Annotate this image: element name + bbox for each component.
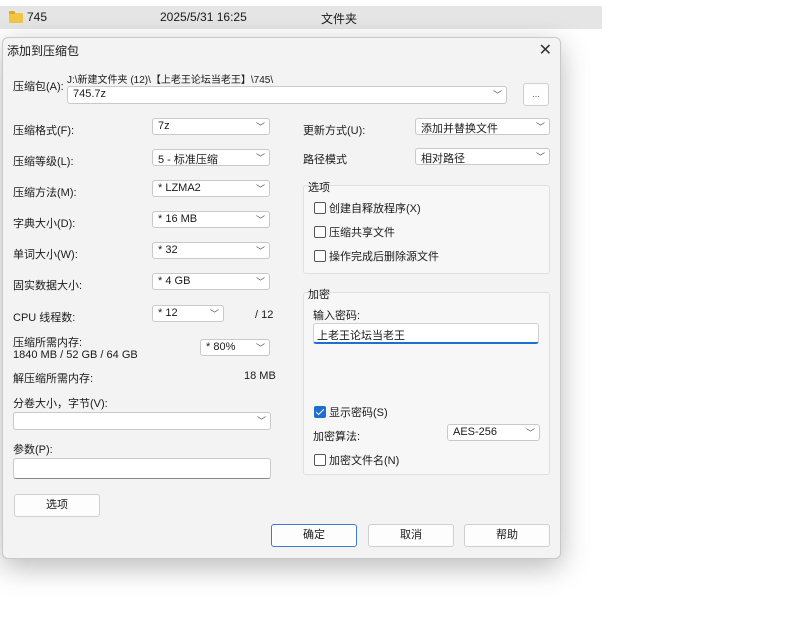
chevron-down-icon: ﹀ [492,90,502,100]
decomp-label: 解压缩所需内存: [13,373,94,385]
encryption-method-value: AES-256 [453,426,498,438]
update-label: 更新方式(U): [303,125,366,137]
chevron-down-icon: ﹀ [535,122,545,132]
chevron-down-icon: ﹀ [255,246,265,256]
show-password-label: 显示密码(S) [329,407,388,419]
encryption-group-title: 加密 [308,289,330,301]
archive-path: J:\新建文件夹 (12)\【上老王论坛当老王】\745\ [67,75,274,86]
delete-after-checkbox[interactable]: 操作完成后删除源文件 [314,248,439,264]
checkbox-icon [314,202,326,214]
options-button[interactable]: 选项 [14,494,100,517]
method-value: * LZMA2 [158,182,201,194]
word-label: 单词大小(W): [13,249,78,261]
folder-icon [9,11,23,23]
archive-name-combo[interactable]: 745.7z ﹀ [67,86,507,104]
mem-combo[interactable]: * 80% ﹀ [200,339,270,356]
volume-label: 分卷大小，字节(V): [13,398,108,410]
volume-combo[interactable]: ﹀ [13,412,271,430]
dict-label: 字典大小(D): [13,218,76,230]
file-list-row[interactable]: 745 2025/5/31 16:25 文件夹 [0,6,602,29]
chevron-down-icon: ﹀ [255,215,265,225]
chevron-down-icon: ﹀ [255,184,265,194]
update-value: 添加并替换文件 [421,123,498,135]
checkbox-icon [314,250,326,262]
browse-button[interactable]: ... [523,83,549,106]
level-value: 5 - 标准压缩 [158,154,218,166]
level-label: 压缩等级(L): [13,156,74,168]
method-label: 压缩方法(M): [13,187,77,199]
dict-value: * 16 MB [158,213,198,225]
show-password-checkbox[interactable]: 显示密码(S) [314,404,388,420]
cpu-combo[interactable]: * 12 ﹀ [152,305,224,322]
archive-label: 压缩包(A): [13,81,64,93]
method-combo[interactable]: * LZMA2 ﹀ [152,180,270,197]
close-icon[interactable]: ✕ [539,40,552,60]
chevron-down-icon: ﹀ [209,309,219,319]
cpu-label: CPU 线程数: [13,312,76,324]
decomp-value: 18 MB [244,370,276,382]
format-label: 压缩格式(F): [13,125,75,137]
encryption-method-label: 加密算法: [313,431,361,443]
cpu-value: * 12 [158,307,178,319]
delete-after-checkbox-label: 操作完成后删除源文件 [329,251,439,263]
format-value: 7z [158,120,170,132]
chevron-down-icon: ﹀ [255,277,265,287]
mem-label: 压缩所需内存: [13,337,83,349]
file-date: 2025/5/31 16:25 [160,10,247,24]
word-combo[interactable]: * 32 ﹀ [152,242,270,259]
encrypt-names-label: 加密文件名(N) [329,455,400,467]
file-type: 文件夹 [321,12,358,26]
chevron-down-icon: ﹀ [255,122,265,132]
file-name: 745 [27,10,48,24]
encrypt-names-checkbox[interactable]: 加密文件名(N) [314,452,399,468]
add-to-archive-dialog: 添加到压缩包 ✕ 压缩包(A): J:\新建文件夹 (12)\【上老王论坛当老王… [2,37,561,559]
archive-name-value: 745.7z [73,88,107,100]
password-label: 输入密码: [313,310,361,322]
options-group-title: 选项 [308,182,330,194]
checkbox-icon [314,226,326,238]
dict-combo[interactable]: * 16 MB ﹀ [152,211,270,228]
mem-detail: 1840 MB / 52 GB / 64 GB [13,349,138,361]
shared-files-checkbox[interactable]: 压缩共享文件 [314,224,395,240]
chevron-down-icon: ﹀ [535,152,545,162]
format-combo[interactable]: 7z ﹀ [152,118,270,135]
pathmode-combo[interactable]: 相对路径 ﹀ [415,148,550,165]
dialog-title: 添加到压缩包 [7,44,80,58]
encryption-method-combo[interactable]: AES-256 ﹀ [447,424,540,441]
chevron-down-icon: ﹀ [256,416,266,426]
level-combo[interactable]: 5 - 标准压缩 ﹀ [152,149,270,166]
solid-label: 固实数据大小: [13,280,83,292]
sfx-checkbox-label: 创建自释放程序(X) [329,203,421,215]
mem-value: * 80% [206,341,236,353]
help-button[interactable]: 帮助 [464,524,550,547]
chevron-down-icon: ﹀ [255,153,265,163]
update-combo[interactable]: 添加并替换文件 ﹀ [415,118,550,135]
cpu-max: / 12 [255,309,274,321]
sfx-checkbox[interactable]: 创建自释放程序(X) [314,200,421,216]
solid-value: * 4 GB [158,275,191,287]
cancel-button[interactable]: 取消 [368,524,454,547]
checkbox-checked-icon [314,406,326,418]
solid-combo[interactable]: * 4 GB ﹀ [152,273,270,290]
shared-files-checkbox-label: 压缩共享文件 [329,227,395,239]
pathmode-label: 路径模式 [303,154,347,166]
chevron-down-icon: ﹀ [525,428,535,438]
ok-button[interactable]: 确定 [271,524,357,547]
pathmode-value: 相对路径 [421,153,465,165]
params-input[interactable] [13,458,271,479]
chevron-down-icon: ﹀ [255,343,265,353]
params-label: 参数(P): [13,444,53,456]
password-input[interactable]: 上老王论坛当老王 [313,323,539,344]
checkbox-icon [314,454,326,466]
word-value: * 32 [158,244,178,256]
